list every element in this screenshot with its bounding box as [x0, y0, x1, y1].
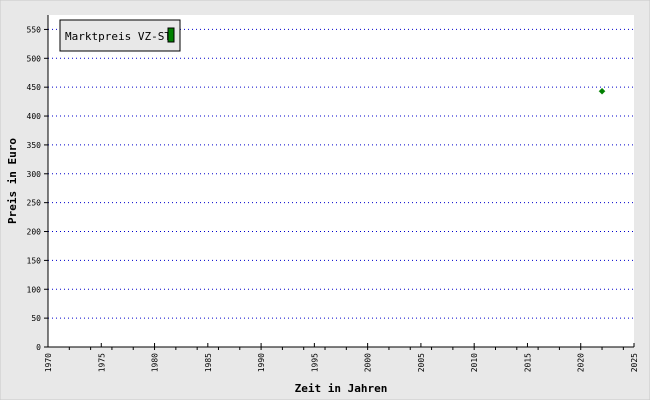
y-tick-label-50: 50 [31, 314, 41, 323]
y-tick-label-100: 100 [27, 285, 42, 294]
y-tick-label-550: 550 [27, 25, 42, 34]
x-axis-title: Zeit in Jahren [295, 382, 388, 395]
y-tick-label-500: 500 [27, 54, 42, 63]
y-tick-label-250: 250 [27, 199, 42, 208]
chart-svg: 0 50 100 150 200 250 300 350 400 450 500 550 1970 197… [0, 0, 650, 400]
x-tick-label-1985: 1985 [204, 353, 213, 372]
x-tick-label-2015: 2015 [523, 353, 532, 372]
x-tick-label-1975: 1975 [97, 353, 106, 372]
y-tick-label-350: 350 [27, 141, 42, 150]
x-tick-label-1980: 1980 [151, 353, 160, 372]
x-tick-label-2025: 2025 [630, 353, 639, 372]
x-tick-label-1990: 1990 [257, 353, 266, 372]
x-tick-label-2010: 2010 [470, 353, 479, 372]
y-tick-label-450: 450 [27, 83, 42, 92]
y-tick-label-200: 200 [27, 228, 42, 237]
x-tick-label-2000: 2000 [364, 353, 373, 372]
x-tick-label-1970: 1970 [44, 353, 53, 372]
x-tick-label-2020: 2020 [577, 353, 586, 372]
chart-container: 0 50 100 150 200 250 300 350 400 450 500 550 1970 197… [0, 0, 650, 400]
y-tick-label-0: 0 [36, 343, 41, 352]
x-tick-label-1995: 1995 [310, 353, 319, 372]
legend-color-swatch [167, 27, 175, 43]
y-tick-label-400: 400 [27, 112, 42, 121]
y-axis-title: Preis in Euro [6, 138, 19, 224]
legend-entry-label: Marktpreis VZ-ST [65, 30, 171, 43]
y-tick-label-150: 150 [27, 256, 42, 265]
legend: Marktpreis VZ-ST [59, 19, 181, 52]
plot-area [48, 15, 634, 347]
y-tick-label-300: 300 [27, 170, 42, 179]
x-tick-label-2005: 2005 [417, 353, 426, 372]
